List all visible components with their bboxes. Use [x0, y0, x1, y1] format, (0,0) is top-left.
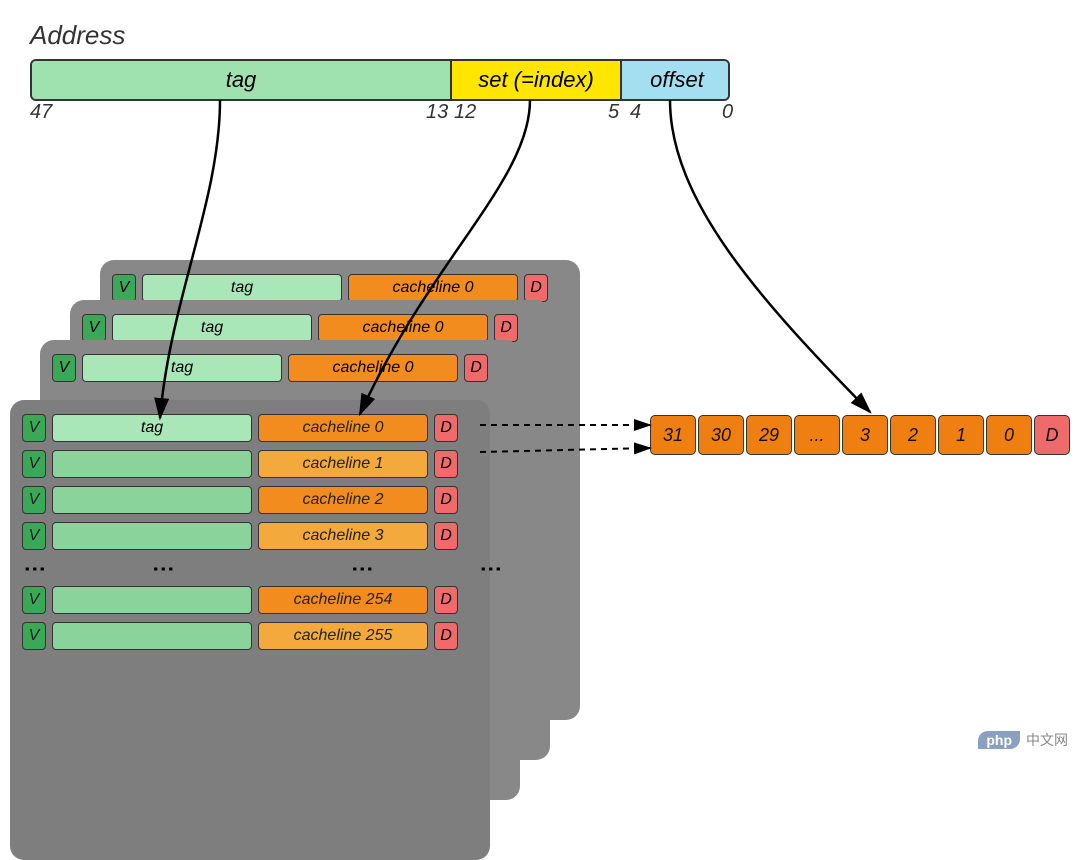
byte-30: 30: [698, 415, 744, 455]
watermark-pill: php: [978, 731, 1020, 749]
byte-2: 2: [890, 415, 936, 455]
cache-row-2: V cacheline 2 D: [22, 486, 478, 514]
watermark: php 中文网: [978, 730, 1068, 750]
addr-field-offset: offset: [622, 61, 730, 99]
cache-row-1: V cacheline 1 D: [22, 450, 478, 478]
byte-3: 3: [842, 415, 888, 455]
byte-29: 29: [746, 415, 792, 455]
tag-cell: [52, 586, 252, 614]
valid-bit: V: [22, 450, 46, 478]
addr-field-tag: tag: [32, 61, 452, 99]
cacheline-cell: cacheline 3: [258, 522, 428, 550]
bit-label-0: 0: [722, 101, 733, 124]
cacheline-cell: cacheline 1: [258, 450, 428, 478]
byte-1: 1: [938, 415, 984, 455]
dirty-bit: D: [434, 586, 458, 614]
valid-bit: V: [22, 622, 46, 650]
byte-0: 0: [986, 415, 1032, 455]
dirty-bit: D: [434, 622, 458, 650]
addr-field-set: set (=index): [452, 61, 622, 99]
tag-cell: [52, 522, 252, 550]
bit-label-4: 4: [630, 101, 641, 124]
cache-row-254: V cacheline 254 D: [22, 586, 478, 614]
cacheline-cell: cacheline 0: [288, 354, 458, 382]
tag-cell: tag: [82, 354, 282, 382]
address-bar: tag set (=index) offset: [30, 59, 730, 101]
cacheline-cell: cacheline 0: [348, 274, 518, 302]
dirty-bit: D: [434, 522, 458, 550]
cacheline-cell: cacheline 0: [258, 414, 428, 442]
cache-row-3: V cacheline 3 D: [22, 522, 478, 550]
watermark-text: 中文网: [1026, 730, 1068, 750]
bit-label-47: 47: [30, 101, 52, 124]
cache-row-255: V cacheline 255 D: [22, 622, 478, 650]
bit-labels: 47 13 12 5 4 0: [30, 101, 730, 127]
tag-cell: tag: [112, 314, 312, 342]
bit-label-5: 5: [608, 101, 619, 124]
tag-cell: [52, 622, 252, 650]
valid-bit: V: [22, 522, 46, 550]
valid-bit: V: [52, 354, 76, 382]
valid-bit: V: [22, 486, 46, 514]
dirty-bit: D: [494, 314, 518, 342]
cacheline-cell: cacheline 2: [258, 486, 428, 514]
cacheline-cell: cacheline 255: [258, 622, 428, 650]
valid-bit: V: [22, 586, 46, 614]
bit-label-12: 12: [454, 101, 476, 124]
tag-cell: [52, 486, 252, 514]
dirty-bit: D: [464, 354, 488, 382]
cacheline-cell: cacheline 254: [258, 586, 428, 614]
byte-31: 31: [650, 415, 696, 455]
valid-bit: V: [112, 274, 136, 302]
cacheline-bytes: 31 30 29 ... 3 2 1 0 D: [650, 415, 1072, 455]
byte-d: D: [1034, 415, 1070, 455]
dirty-bit: D: [434, 486, 458, 514]
cache-way-0: V tag cacheline 0 D V cacheline 1 D V ca…: [10, 400, 490, 860]
cache-ways-stack: V tag cacheline 0 D V tag cacheline 0 D …: [10, 260, 610, 740]
cacheline-cell: cacheline 0: [318, 314, 488, 342]
valid-bit: V: [22, 414, 46, 442]
dirty-bit: D: [434, 414, 458, 442]
dirty-bit: D: [524, 274, 548, 302]
vertical-ellipsis: ⋮⋮⋮⋮: [30, 558, 478, 582]
bit-label-13: 13: [426, 101, 448, 124]
cache-row-0: V tag cacheline 0 D: [22, 414, 478, 442]
dirty-bit: D: [434, 450, 458, 478]
valid-bit: V: [82, 314, 106, 342]
byte-ellipsis: ...: [794, 415, 840, 455]
tag-cell: tag: [52, 414, 252, 442]
diagram-title: Address: [30, 20, 1060, 51]
tag-cell: tag: [142, 274, 342, 302]
tag-cell: [52, 450, 252, 478]
